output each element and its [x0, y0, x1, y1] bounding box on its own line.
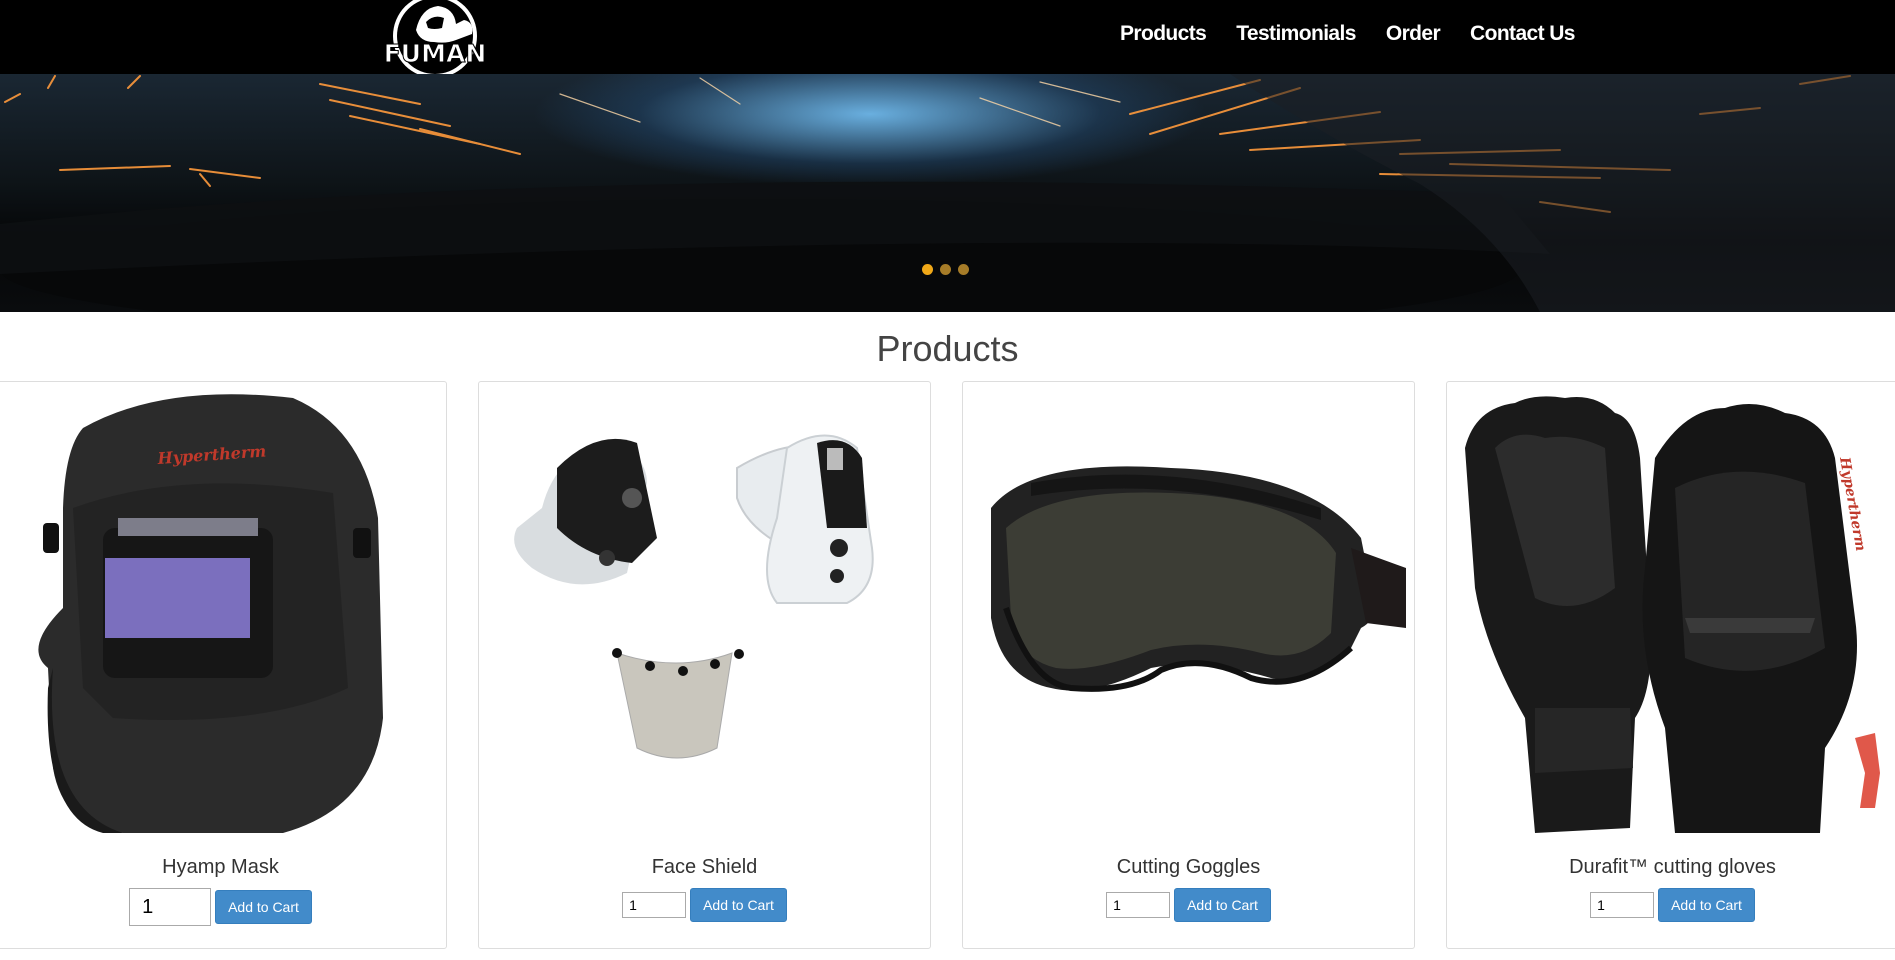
- fuman-logo[interactable]: FUMAN: [376, 0, 494, 80]
- hero-carousel: [0, 74, 1895, 312]
- products-heading: Products: [876, 328, 1019, 369]
- product-card-hyamp-mask: Hypertherm Hyamp Mask Add to Cart: [0, 381, 447, 949]
- nav-link-testimonials[interactable]: Testimonials: [1236, 22, 1356, 46]
- quantity-input[interactable]: [1590, 892, 1655, 918]
- nav-link-order[interactable]: Order: [1386, 22, 1441, 46]
- add-to-cart-button[interactable]: Add to Cart: [215, 890, 312, 924]
- carousel-dot-1[interactable]: [922, 264, 933, 275]
- product-card-durafit-cutting-gloves: Hypertherm Durafit™ cutting gloves Add t…: [1446, 381, 1895, 949]
- welding-sparks-image: [0, 74, 1895, 312]
- welding-helmet-image[interactable]: Hypertherm: [3, 388, 440, 838]
- product-controls: Add to Cart: [479, 888, 930, 922]
- product-controls: Add to Cart: [1447, 888, 1895, 922]
- quantity-input[interactable]: [622, 892, 687, 918]
- quantity-input[interactable]: [1106, 892, 1171, 918]
- gloves-image[interactable]: Hypertherm: [1455, 388, 1892, 838]
- add-to-cart-button[interactable]: Add to Cart: [690, 888, 787, 922]
- product-controls: Add to Cart: [0, 888, 446, 926]
- nav-menu: Products Testimonials Order Contact Us: [1120, 0, 1575, 68]
- product-controls: Add to Cart: [963, 888, 1414, 922]
- carousel-dot-2[interactable]: [940, 264, 951, 275]
- add-to-cart-button[interactable]: Add to Cart: [1174, 888, 1271, 922]
- face-shield-image[interactable]: [487, 388, 924, 838]
- svg-text:FUMAN: FUMAN: [384, 39, 487, 68]
- product-name: Hyamp Mask: [162, 856, 279, 878]
- product-name: Cutting Goggles: [1116, 856, 1261, 878]
- product-name: Durafit™ cutting gloves: [1569, 856, 1776, 878]
- top-navbar: FUMAN Products Testimonials Order Contac…: [0, 0, 1895, 78]
- add-to-cart-button[interactable]: Add to Cart: [1658, 888, 1755, 922]
- quantity-input[interactable]: [129, 888, 212, 926]
- nav-link-contact-us[interactable]: Contact Us: [1470, 22, 1575, 46]
- nav-link-products[interactable]: Products: [1120, 22, 1207, 46]
- product-card-face-shield: Face Shield Add to Cart: [478, 381, 931, 949]
- product-name: Face Shield: [651, 856, 758, 878]
- goggles-image[interactable]: [971, 388, 1408, 838]
- carousel-dot-3[interactable]: [958, 264, 969, 275]
- product-card-cutting-goggles: Cutting Goggles Add to Cart: [962, 381, 1415, 949]
- carousel-indicators: [922, 264, 969, 275]
